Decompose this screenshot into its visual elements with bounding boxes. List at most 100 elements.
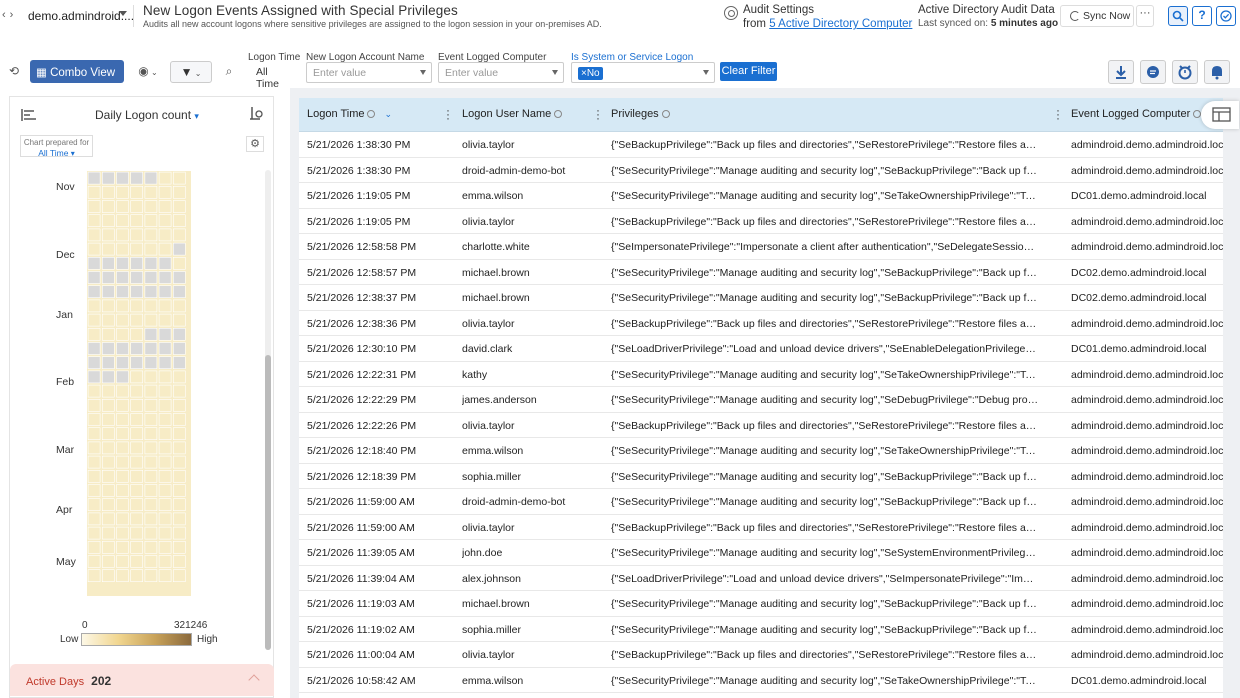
heatmap-cell[interactable] [173,200,186,213]
heatmap-cell[interactable] [144,455,158,469]
table-row[interactable]: 5/21/2026 12:18:40 PM emma.wilson {"SeSecu… [299,438,1223,464]
heatmap-cell[interactable] [116,186,129,199]
heatmap-cell[interactable] [173,171,186,185]
heatmap-cell[interactable] [87,512,101,526]
table-row[interactable]: 5/21/2026 12:22:29 PM james.anderson {"SeS… [299,387,1223,413]
heatmap-cell[interactable] [173,455,186,469]
table-row[interactable]: 5/21/2026 11:39:04 AM alex.johnson {"SeLoa… [299,566,1223,591]
heatmap-cell[interactable] [158,328,172,341]
heatmap-cell[interactable] [158,484,172,497]
forward-arrow-icon[interactable]: › [10,9,14,21]
heatmap-cell[interactable] [173,540,186,554]
heatmap-cell[interactable] [87,498,101,512]
table-row[interactable]: 5/21/2026 1:38:30 PM droid-admin-demo-bot… [299,158,1223,183]
heatmap-cell[interactable] [130,186,144,199]
filter-button[interactable]: ▼ ⌄ [170,61,212,83]
heatmap-cell[interactable] [116,328,129,341]
heatmap-cell[interactable] [130,540,144,554]
heatmap-cell[interactable] [158,370,172,384]
heatmap-cell[interactable] [130,569,144,583]
heatmap-cell[interactable] [102,299,115,313]
heatmap-cell[interactable] [130,441,144,455]
heatmap-cell[interactable] [144,469,158,483]
heatmap-cell[interactable] [158,228,172,242]
heatmap-cell[interactable] [102,242,115,256]
heatmap-cell[interactable] [158,526,172,540]
heatmap-cell[interactable] [102,214,115,228]
table-row[interactable]: 5/21/2026 12:38:36 PM olivia.taylor {"SeBa… [299,311,1223,336]
table-row[interactable]: 5/21/2026 12:58:57 PM michael.brown {"SeSe… [299,260,1223,285]
column-menu-icon[interactable]: · · · [446,104,450,124]
heatmap-cell[interactable] [158,469,172,483]
heatmap-cell[interactable] [87,257,101,270]
heatmap-cell[interactable] [87,328,101,341]
audit-computer-link[interactable]: 5 Active Directory Computer [769,18,912,30]
chart-type-icon[interactable] [20,107,40,127]
heatmap-cell[interactable] [144,313,158,327]
reset-icon[interactable]: ⟲ [4,61,24,83]
heatmap-cell[interactable] [173,313,186,327]
heatmap-cell[interactable] [102,469,115,483]
heatmap-cell[interactable] [158,257,172,270]
heatmap-cell[interactable] [102,228,115,242]
heatmap-cell[interactable] [116,399,129,412]
heatmap-cell[interactable] [144,540,158,554]
heatmap-cell[interactable] [116,384,129,398]
heatmap-cell[interactable] [144,242,158,256]
heatmap-cell[interactable] [173,370,186,384]
heatmap-cell[interactable] [87,526,101,540]
table-row[interactable]: 5/21/2026 12:22:26 PM olivia.taylor {"SeBa… [299,413,1223,438]
heatmap-cell[interactable] [158,399,172,412]
heatmap-cell[interactable] [87,356,101,369]
heatmap-cell[interactable] [173,384,186,398]
heatmap-cell[interactable] [116,299,129,313]
heatmap-cell[interactable] [130,526,144,540]
heatmap-cell[interactable] [130,455,144,469]
heatmap-cell[interactable] [158,498,172,512]
heatmap-cell[interactable] [130,484,144,497]
schedule-button[interactable] [1172,60,1198,84]
heatmap-cell[interactable] [102,540,115,554]
heatmap-cell[interactable] [87,441,101,455]
heatmap-cell[interactable] [173,512,186,526]
heatmap-cell[interactable] [130,469,144,483]
heatmap-cell[interactable] [87,200,101,213]
heatmap-cell[interactable] [116,455,129,469]
heatmap-cell[interactable] [130,214,144,228]
column-header-computer[interactable]: Event Logged Computer [1071,108,1202,120]
heatmap-cell[interactable] [173,427,186,441]
heatmap-cell[interactable] [158,342,172,355]
heatmap-cell[interactable] [130,342,144,355]
heatmap-cell[interactable] [116,257,129,270]
heatmap-cell[interactable] [116,214,129,228]
heatmap-cell[interactable] [116,370,129,384]
heatmap-cell[interactable] [130,257,144,270]
heatmap-cell[interactable] [116,569,129,583]
heatmap-cell[interactable] [87,540,101,554]
active-days-panel[interactable]: Active Days 202 [10,664,274,696]
heatmap-cell[interactable] [144,299,158,313]
heatmap-cell[interactable] [102,171,115,185]
heatmap-cell[interactable] [116,469,129,483]
heatmap-cell[interactable] [158,512,172,526]
heatmap-cell[interactable] [144,271,158,284]
table-row[interactable]: 5/21/2026 12:30:10 PM david.clark {"SeLoad… [299,336,1223,362]
heatmap-cell[interactable] [144,214,158,228]
heatmap-cell[interactable] [173,271,186,284]
heatmap-cell[interactable] [116,555,129,568]
heatmap-cell[interactable] [116,313,129,327]
heatmap-cell[interactable] [173,342,186,355]
table-row[interactable]: 5/21/2026 1:19:05 PM emma.wilson {"SeSecur… [299,183,1223,209]
heatmap-cell[interactable] [144,257,158,270]
heatmap-cell[interactable] [130,370,144,384]
heatmap-cell[interactable] [87,228,101,242]
heatmap-cell[interactable] [173,413,186,426]
heatmap-cell[interactable] [116,498,129,512]
heatmap-cell[interactable] [87,427,101,441]
heatmap-cell[interactable] [173,569,186,583]
heatmap-cell[interactable] [158,200,172,213]
heatmap-cell[interactable] [130,498,144,512]
heatmap-cell[interactable] [87,214,101,228]
search-icon[interactable]: ⌕ [218,61,240,83]
table-row[interactable]: 5/21/2026 1:19:05 PM olivia.taylor {"SeBac… [299,209,1223,234]
